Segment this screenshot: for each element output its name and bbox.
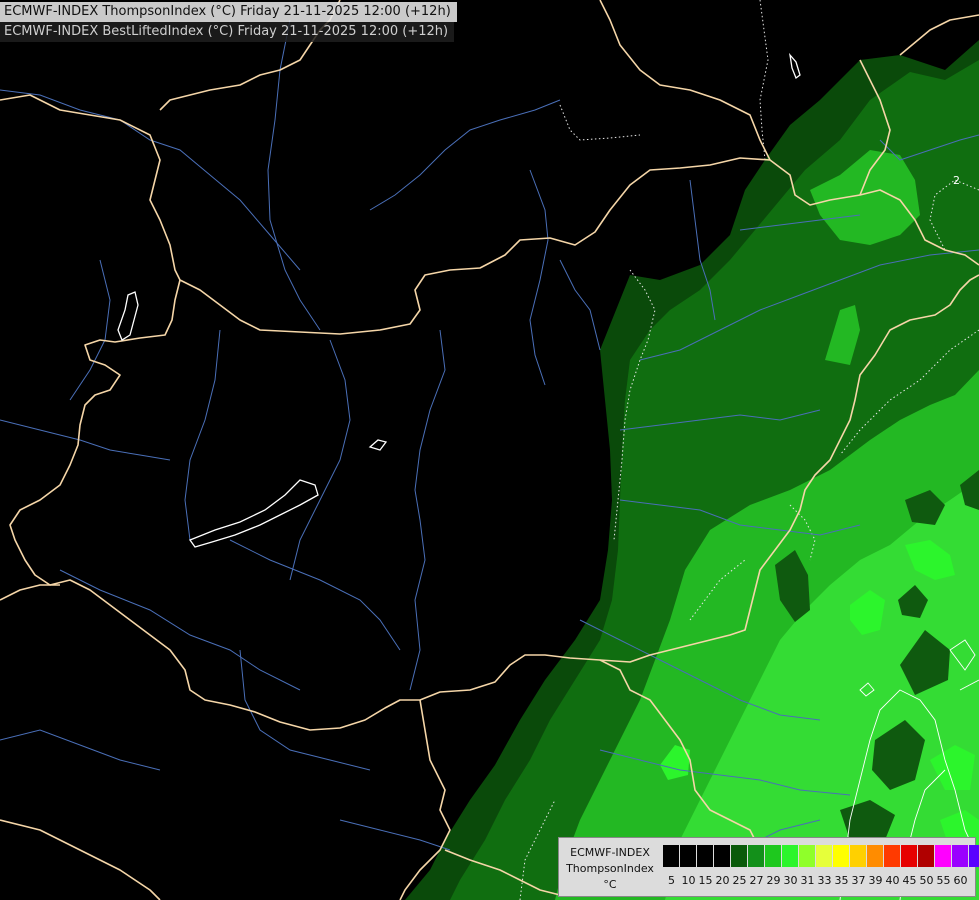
legend-swatch xyxy=(969,845,979,867)
border-8 xyxy=(0,584,60,601)
legend-swatch xyxy=(816,845,833,867)
border-12 xyxy=(0,819,161,900)
legend-swatch xyxy=(918,845,935,867)
border-10 xyxy=(899,14,979,56)
legend-tick: 30 xyxy=(783,874,798,887)
legend-swatch xyxy=(799,845,816,867)
legend-swatches xyxy=(663,845,979,867)
legend-tick: 35 xyxy=(834,874,849,887)
legend-source: ECMWF-INDEX xyxy=(570,846,650,859)
lake-balaton xyxy=(188,479,319,548)
river-3 xyxy=(369,99,561,211)
legend-swatch xyxy=(765,845,782,867)
legend-tick: 27 xyxy=(749,874,764,887)
river-8 xyxy=(184,329,221,541)
river-4 xyxy=(529,169,549,386)
legend-swatch xyxy=(748,845,765,867)
legend-unit: °C xyxy=(603,878,617,891)
map-viewer: 2 ECMWF-INDEX ThompsonIndex (°C) Friday … xyxy=(0,0,979,900)
lake-small-2 xyxy=(789,52,801,80)
legend-tick: 45 xyxy=(902,874,917,887)
legend-swatch xyxy=(697,845,714,867)
legend-swatch xyxy=(850,845,867,867)
legend-tick: 25 xyxy=(732,874,747,887)
lake-neusiedl xyxy=(117,291,139,341)
river-5 xyxy=(409,329,446,691)
legend-swatch xyxy=(714,845,731,867)
river-6 xyxy=(559,259,601,351)
legend-tick: 50 xyxy=(919,874,934,887)
river-9 xyxy=(0,419,171,461)
lake-small-1 xyxy=(368,439,388,451)
legend-swatch xyxy=(935,845,952,867)
map-title: ECMWF-INDEX ThompsonIndex (°C) Friday 21… xyxy=(0,2,457,22)
legend-swatch xyxy=(952,845,969,867)
river-13 xyxy=(0,729,161,771)
legend-tick: 5 xyxy=(668,874,675,887)
river-23 xyxy=(69,259,111,401)
border-1 xyxy=(0,94,181,281)
river-10 xyxy=(229,539,401,651)
legend-tick: 10 xyxy=(681,874,696,887)
legend-swatch xyxy=(833,845,850,867)
legend-swatch xyxy=(663,845,680,867)
map-subtitle: ECMWF-INDEX BestLiftedIndex (°C) Friday … xyxy=(0,22,455,42)
legend-tick: 55 xyxy=(936,874,951,887)
river-1 xyxy=(0,89,301,271)
color-legend: ECMWF-INDEX ThompsonIndex °C 5 10 15 20 25 27… xyxy=(558,837,979,897)
legend-swatch xyxy=(867,845,884,867)
river-7 xyxy=(289,339,351,581)
legend-tick: 37 xyxy=(851,874,866,887)
legend-swatch xyxy=(901,845,918,867)
legend-tick: 33 xyxy=(817,874,832,887)
legend-tick: 40 xyxy=(885,874,900,887)
legend-swatch xyxy=(782,845,799,867)
legend-tick: 39 xyxy=(868,874,883,887)
legend-ticks: 5 10 15 20 25 27 29 30 31 33 35 37 39 40 45 50 55 60 xyxy=(663,874,969,888)
contour-line-1 xyxy=(759,0,769,161)
legend-tick: 20 xyxy=(715,874,730,887)
weather-map[interactable]: 2 xyxy=(0,0,979,900)
river-24 xyxy=(339,819,451,851)
contour-line-8 xyxy=(559,104,641,141)
contour-label: 2 xyxy=(953,174,960,187)
legend-swatch xyxy=(731,845,748,867)
river-12 xyxy=(239,649,371,771)
legend-parameter: ThompsonIndex xyxy=(566,862,654,875)
legend-swatch xyxy=(884,845,901,867)
legend-tick: 29 xyxy=(766,874,781,887)
border-11 xyxy=(599,0,771,161)
legend-tick: 31 xyxy=(800,874,815,887)
river-11 xyxy=(59,569,301,691)
river-2 xyxy=(267,19,321,331)
legend-swatch xyxy=(680,845,697,867)
legend-tick: 15 xyxy=(698,874,713,887)
legend-tick: 60 xyxy=(953,874,968,887)
